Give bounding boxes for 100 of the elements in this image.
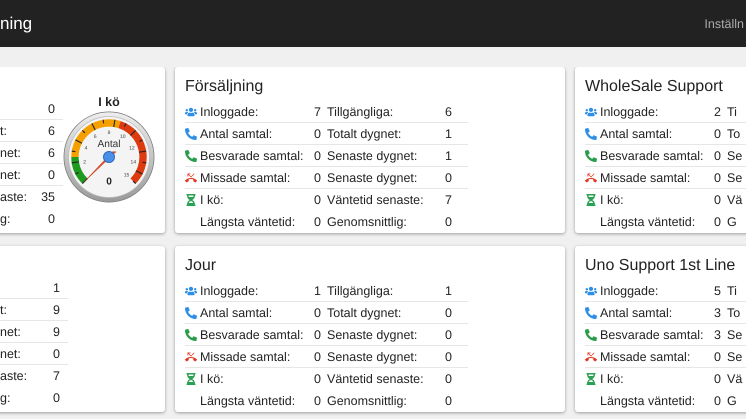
stat-value: 0	[53, 346, 60, 360]
stat-label: Väntetid senaste:	[327, 193, 425, 207]
stat-label: Inloggade:	[200, 104, 260, 118]
stat-value: 0	[713, 148, 721, 162]
stat-label: net:	[0, 346, 21, 360]
gauge-reading: 0	[106, 176, 112, 188]
gauge-title: I kö	[98, 95, 120, 109]
stat-label: Senaste dygnet:	[327, 148, 418, 162]
stat-label: aste:	[0, 190, 28, 204]
hourglass-icon	[185, 194, 197, 206]
stat-value: 0	[713, 394, 721, 408]
stat-value: 0	[444, 215, 452, 229]
stat-label: Besvarade samtal:	[200, 328, 305, 342]
stat-label: Totalt dygnet:	[327, 306, 402, 320]
users-icon	[185, 106, 197, 118]
stat-label: Väntetid senaste:	[327, 372, 425, 386]
stat-value: 6	[48, 146, 55, 160]
phone-icon	[185, 128, 197, 140]
stat-label: I kö:	[200, 193, 225, 207]
stat-label: I kö:	[600, 193, 625, 207]
users-icon	[585, 284, 597, 296]
missed-call-icon	[585, 172, 597, 184]
stat-label: Se	[727, 328, 744, 342]
phone-icon	[185, 328, 197, 340]
stat-value: 0	[713, 215, 721, 229]
stat-label: g:	[0, 391, 10, 405]
stat-value: 0	[48, 102, 55, 116]
stat-label: Inloggade:	[600, 284, 660, 298]
stat-value: 6	[48, 124, 55, 138]
stat-label: Besvarade samtal:	[600, 328, 705, 342]
stat-label: Antal samtal:	[600, 126, 674, 140]
stat-value: 0	[313, 148, 321, 162]
stat-label: I kö:	[200, 372, 225, 386]
app-title: ning	[0, 14, 32, 34]
stat-label: To	[727, 126, 742, 140]
stat-label: Senaste dygnet:	[327, 350, 418, 364]
stat-value: 7	[444, 193, 452, 207]
stat-value: 0	[313, 193, 321, 207]
hourglass-icon	[585, 194, 597, 206]
missed-call-icon	[585, 350, 597, 362]
stat-value: 0	[53, 391, 60, 405]
stat-value: 0	[444, 328, 452, 342]
stat-value: 0	[444, 372, 452, 386]
stat-label: t:	[0, 302, 7, 316]
stat-label: Missade samtal:	[600, 170, 692, 184]
missed-call-icon	[185, 350, 197, 362]
phone-icon	[585, 150, 597, 162]
stat-label: Se	[727, 148, 744, 162]
stat-label: Missade samtal:	[200, 350, 292, 364]
stat-label: Se	[727, 170, 744, 184]
stat-value: 1	[444, 126, 452, 140]
stat-label: Vä	[727, 372, 744, 386]
stat-value: 0	[713, 193, 721, 207]
stat-value: 1	[444, 148, 452, 162]
stat-value: 0	[444, 306, 452, 320]
stat-value: 6	[444, 104, 452, 118]
stat-label: net:	[0, 146, 21, 160]
stat-label: Se	[727, 350, 744, 364]
stat-label: Missade samtal:	[200, 170, 292, 184]
stat-label: Antal samtal:	[200, 126, 274, 140]
stat-label: Längsta väntetid:	[200, 394, 296, 408]
stat-label: net:	[0, 168, 21, 182]
stat-value: 0	[313, 306, 321, 320]
stat-label: Tillgängliga:	[327, 104, 394, 118]
stat-label: Antal samtal:	[600, 306, 674, 320]
stat-value: 1	[313, 284, 321, 298]
stat-label: Längsta väntetid:	[600, 215, 696, 229]
stat-value: 0	[313, 126, 321, 140]
stat-label: To	[727, 306, 742, 320]
stat-value: 0	[444, 350, 452, 364]
stat-label: Besvarade samtal:	[200, 148, 305, 162]
card-title: WholeSale Support	[585, 77, 724, 97]
missed-call-icon	[185, 172, 197, 184]
stat-label: Vä	[727, 193, 744, 207]
phone-icon	[585, 128, 597, 140]
stat-value: 2	[713, 104, 721, 118]
stat-label: Tillgängliga:	[327, 284, 394, 298]
stat-value: 0	[713, 170, 721, 184]
stat-value: 0	[313, 215, 321, 229]
stat-value: 0	[313, 328, 321, 342]
stat-label: Besvarade samtal:	[600, 148, 705, 162]
stat-label: Inloggade:	[600, 104, 660, 118]
stat-value: 35	[41, 190, 55, 204]
settings-link[interactable]: Inställn	[704, 16, 744, 30]
users-icon	[585, 106, 597, 118]
card-title: Försäljning	[185, 77, 264, 97]
stat-label: G	[727, 215, 738, 229]
stat-value: 0	[713, 126, 721, 140]
stat-value: 9	[53, 324, 60, 338]
stat-label: Inloggade:	[200, 284, 260, 298]
needle-hub	[103, 151, 115, 163]
stat-label: Genomsnittlig:	[327, 215, 408, 229]
stat-value: 7	[313, 104, 321, 118]
stat-value: 7	[53, 369, 60, 383]
stat-value: 3	[713, 328, 721, 342]
stat-value: 0	[313, 372, 321, 386]
stat-label: t:	[0, 124, 7, 138]
stat-label: g:	[0, 212, 10, 226]
stat-value: 0	[48, 168, 55, 182]
stat-label: Längsta väntetid:	[600, 394, 696, 408]
